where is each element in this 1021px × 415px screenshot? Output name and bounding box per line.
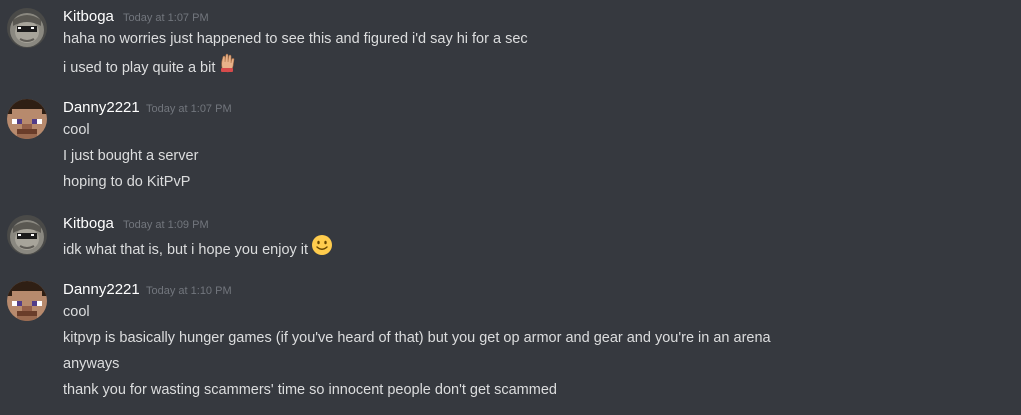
message-author[interactable]: Kitboga (63, 215, 114, 233)
message-timestamp: Today at 1:10 PM (146, 285, 232, 297)
kitboga-avatar[interactable] (7, 8, 47, 48)
message-author[interactable]: Danny2221 (63, 281, 140, 299)
message-line: idk what that is, but i hope you enjoy i… (63, 234, 333, 264)
message-author[interactable]: Kitboga (63, 8, 114, 26)
message-timestamp: Today at 1:09 PM (123, 219, 209, 231)
minecraft-steve-avatar[interactable] (7, 99, 47, 139)
message-text: kitpvp is basically hunger games (if you… (63, 330, 771, 346)
message-text: cool (63, 304, 90, 320)
message-text: hoping to do KitPvP (63, 174, 191, 190)
message-text: idk what that is, but i hope you enjoy i… (63, 241, 309, 258)
slightly-smiling-face-emoji (311, 234, 333, 262)
message-group: Danny2221 Today at 1:07 PM cool I just b… (0, 90, 1021, 200)
message-group: Kitboga Today at 1:09 PM idk what that i… (0, 207, 1021, 267)
kitboga-avatar[interactable] (7, 215, 47, 255)
minecraft-steve-avatar[interactable] (7, 281, 47, 321)
message-text: anyways (63, 356, 120, 372)
message-text: i used to play quite a bit (63, 59, 216, 76)
message-text: haha no worries just happened to see thi… (63, 31, 528, 47)
raised-hand-emoji (218, 53, 236, 79)
message-text: I just bought a server (63, 148, 199, 164)
message-text: thank you for wasting scammers' time so … (63, 382, 557, 398)
message-timestamp: Today at 1:07 PM (123, 12, 209, 24)
message-line: i used to play quite a bit (63, 53, 236, 81)
message-timestamp: Today at 1:07 PM (146, 103, 232, 115)
message-group: Danny2221 Today at 1:10 PM cool kitpvp i… (0, 272, 1021, 412)
message-text: cool (63, 122, 90, 138)
message-author[interactable]: Danny2221 (63, 99, 140, 117)
message-group: Kitboga Today at 1:07 PM haha no worries… (0, 0, 1021, 85)
